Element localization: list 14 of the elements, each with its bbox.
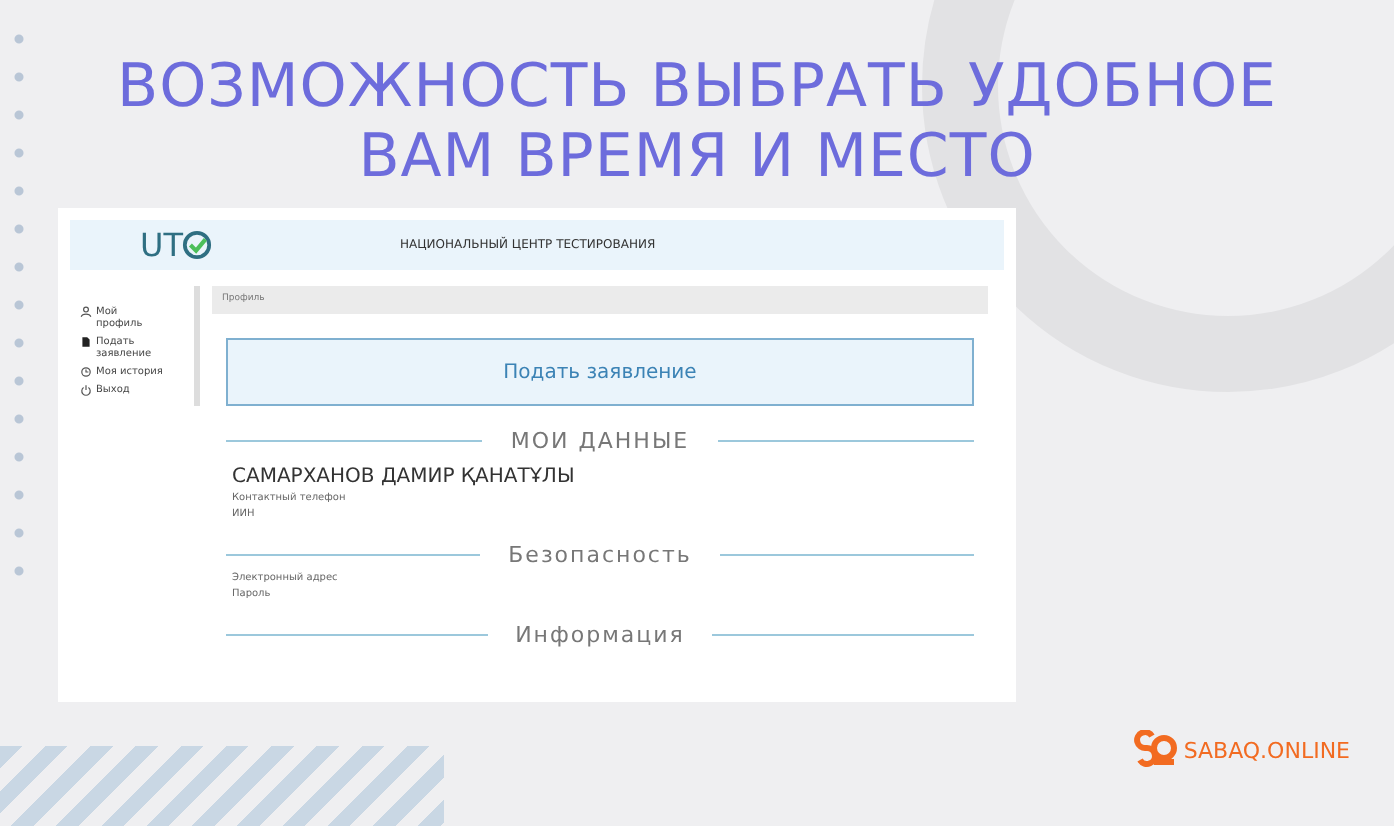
person-icon <box>80 306 92 318</box>
section-heading: Информация <box>515 622 685 648</box>
document-icon <box>82 337 90 347</box>
brand-name: SABAQ.ONLINE <box>1183 737 1350 763</box>
check-circle-icon <box>182 230 213 260</box>
apply-button[interactable]: Подать заявление <box>226 338 974 406</box>
section-heading: МОИ ДАННЫЕ <box>510 428 690 454</box>
power-icon <box>81 384 91 396</box>
history-icon <box>81 367 91 377</box>
user-name: САМАРХАНОВ ДАМИР ҚАНАТҰЛЫ <box>232 466 577 488</box>
slide-title: ВОЗМОЖНОСТЬ ВЫБРАТЬ УДОБНОЕ ВАМ ВРЕМЯ И МЕСТО <box>116 52 1278 192</box>
section-heading: Безопасность <box>508 542 692 568</box>
logo-text: UT <box>140 229 183 261</box>
logo-icon <box>1133 730 1178 770</box>
